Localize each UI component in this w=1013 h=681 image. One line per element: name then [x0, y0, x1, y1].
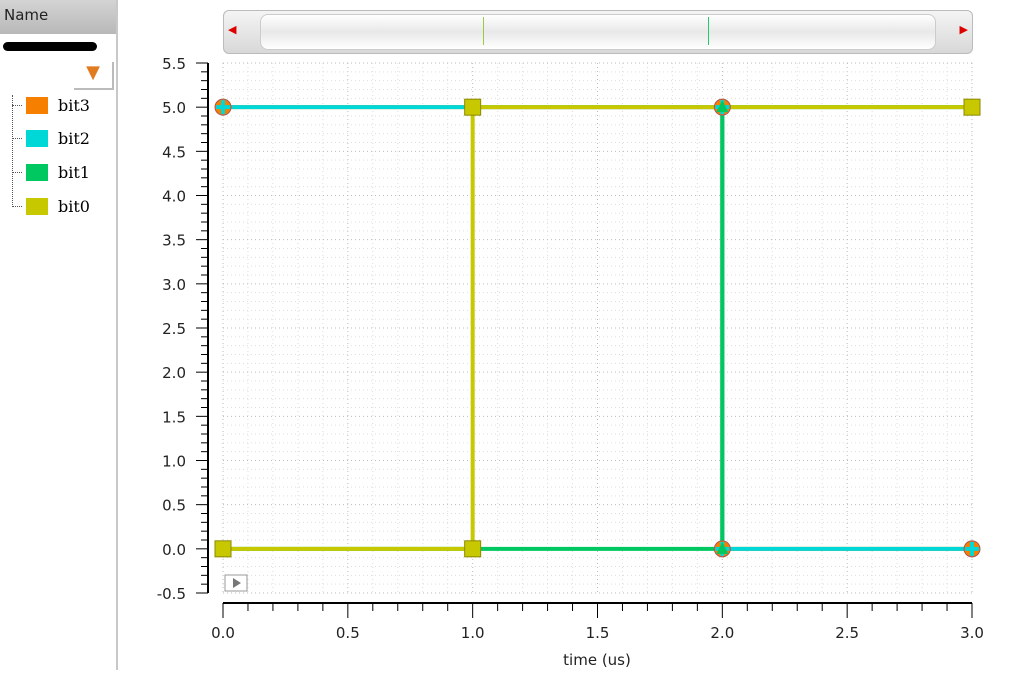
y-tick-label: 5.5	[162, 55, 186, 73]
x-tick-label: 0.0	[211, 624, 235, 642]
marker-bit0	[464, 540, 482, 558]
x-tick-label: 0.5	[336, 624, 360, 642]
y-tick-label: -0.5	[157, 585, 186, 603]
y-tick-label: 3.0	[162, 276, 186, 294]
y-tick-label: 4.0	[162, 188, 186, 206]
x-tick-label: 1.0	[461, 624, 485, 642]
y-tick-label: 3.5	[162, 232, 186, 250]
y-tick-label: 1.5	[162, 408, 186, 426]
x-axis-label: time (us)	[563, 651, 631, 669]
x-tick-label: 2.5	[835, 624, 859, 642]
y-tick-label: 4.5	[162, 143, 186, 161]
waveform-chart: 5.5 5.0 4.5 4.0 3.5 3.0 2.5 2.0 1.5 1.0 0.5 0.0 -0.5…	[157, 55, 984, 669]
y-tick-label: 1.0	[162, 453, 186, 471]
marker-bit0	[214, 540, 232, 558]
marker-bit0	[464, 98, 482, 116]
y-tick-label: 2.5	[162, 320, 186, 338]
y-tick-label: 2.0	[162, 364, 186, 382]
y-tick-label: 0.0	[162, 541, 186, 559]
marker-bit0	[963, 98, 981, 116]
y-tick-label: 5.0	[162, 99, 186, 117]
y-tick-label: 0.5	[162, 497, 186, 515]
x-tick-label: 1.5	[586, 624, 610, 642]
x-tick-label: 2.0	[710, 624, 734, 642]
x-tick-label: 3.0	[960, 624, 984, 642]
